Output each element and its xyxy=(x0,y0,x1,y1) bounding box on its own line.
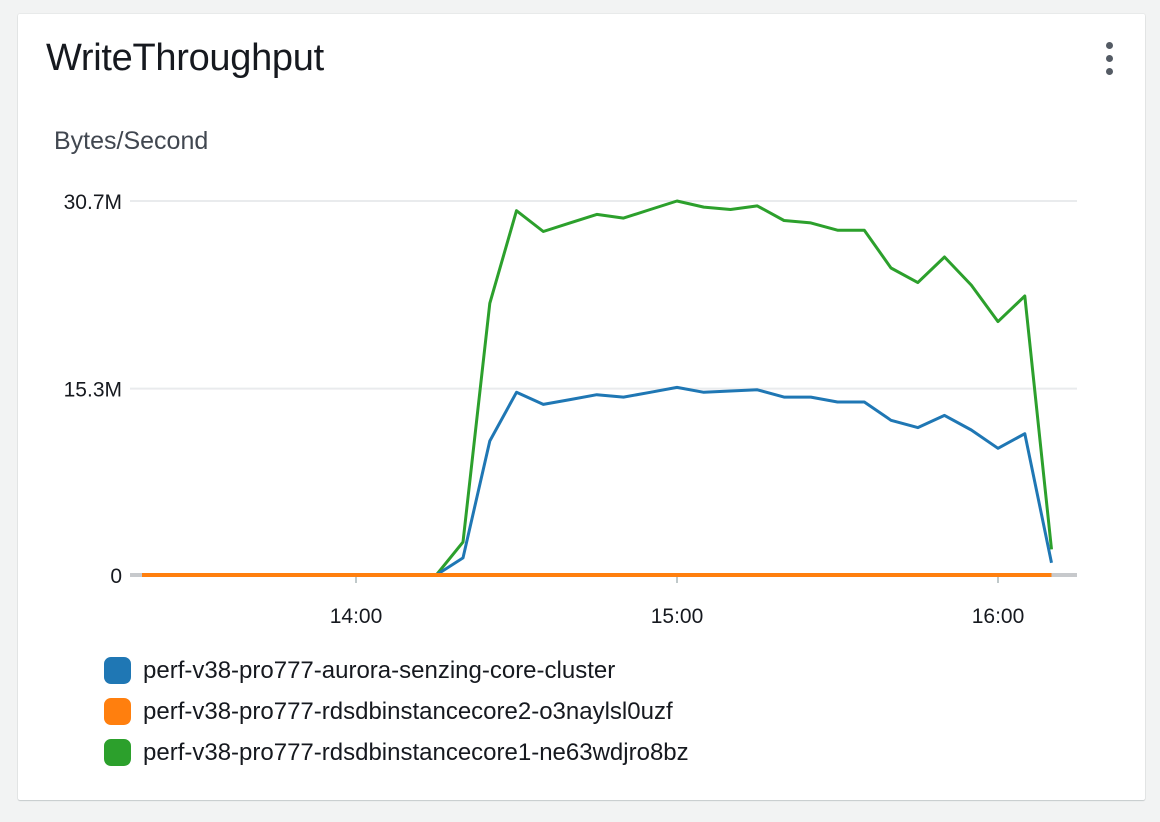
x-tick-label: 14:00 xyxy=(330,605,383,628)
y-tick-label: 30.7M xyxy=(64,191,122,214)
series-line-0 xyxy=(142,385,1053,577)
legend-swatch xyxy=(104,739,131,766)
grid-lines xyxy=(130,200,1077,577)
legend-item[interactable]: perf-v38-pro777-rdsdbinstancecore2-o3nay… xyxy=(104,691,689,732)
y-axis-ticks: 0 15.3M 30.7M xyxy=(64,191,122,588)
x-tick-label: 15:00 xyxy=(651,605,704,628)
legend-swatch xyxy=(104,657,131,684)
y-tick-label: 15.3M xyxy=(64,379,122,402)
x-axis-ticks: 14:00 15:00 16:00 xyxy=(330,575,1025,628)
x-tick-label: 16:00 xyxy=(972,605,1025,628)
legend-swatch xyxy=(104,698,131,725)
y-tick-label: 0 xyxy=(110,565,122,588)
legend-label: perf-v38-pro777-rdsdbinstancecore1-ne63w… xyxy=(143,738,689,766)
y-axis-label: Bytes/Second xyxy=(54,127,208,155)
legend-label: perf-v38-pro777-aurora-senzing-core-clus… xyxy=(143,656,616,684)
legend-label: perf-v38-pro777-rdsdbinstancecore2-o3nay… xyxy=(143,697,673,725)
legend-item[interactable]: perf-v38-pro777-rdsdbinstancecore1-ne63w… xyxy=(104,732,689,773)
legend-item[interactable]: perf-v38-pro777-aurora-senzing-core-clus… xyxy=(104,650,689,691)
chart-legend: perf-v38-pro777-aurora-senzing-core-clus… xyxy=(104,650,689,773)
